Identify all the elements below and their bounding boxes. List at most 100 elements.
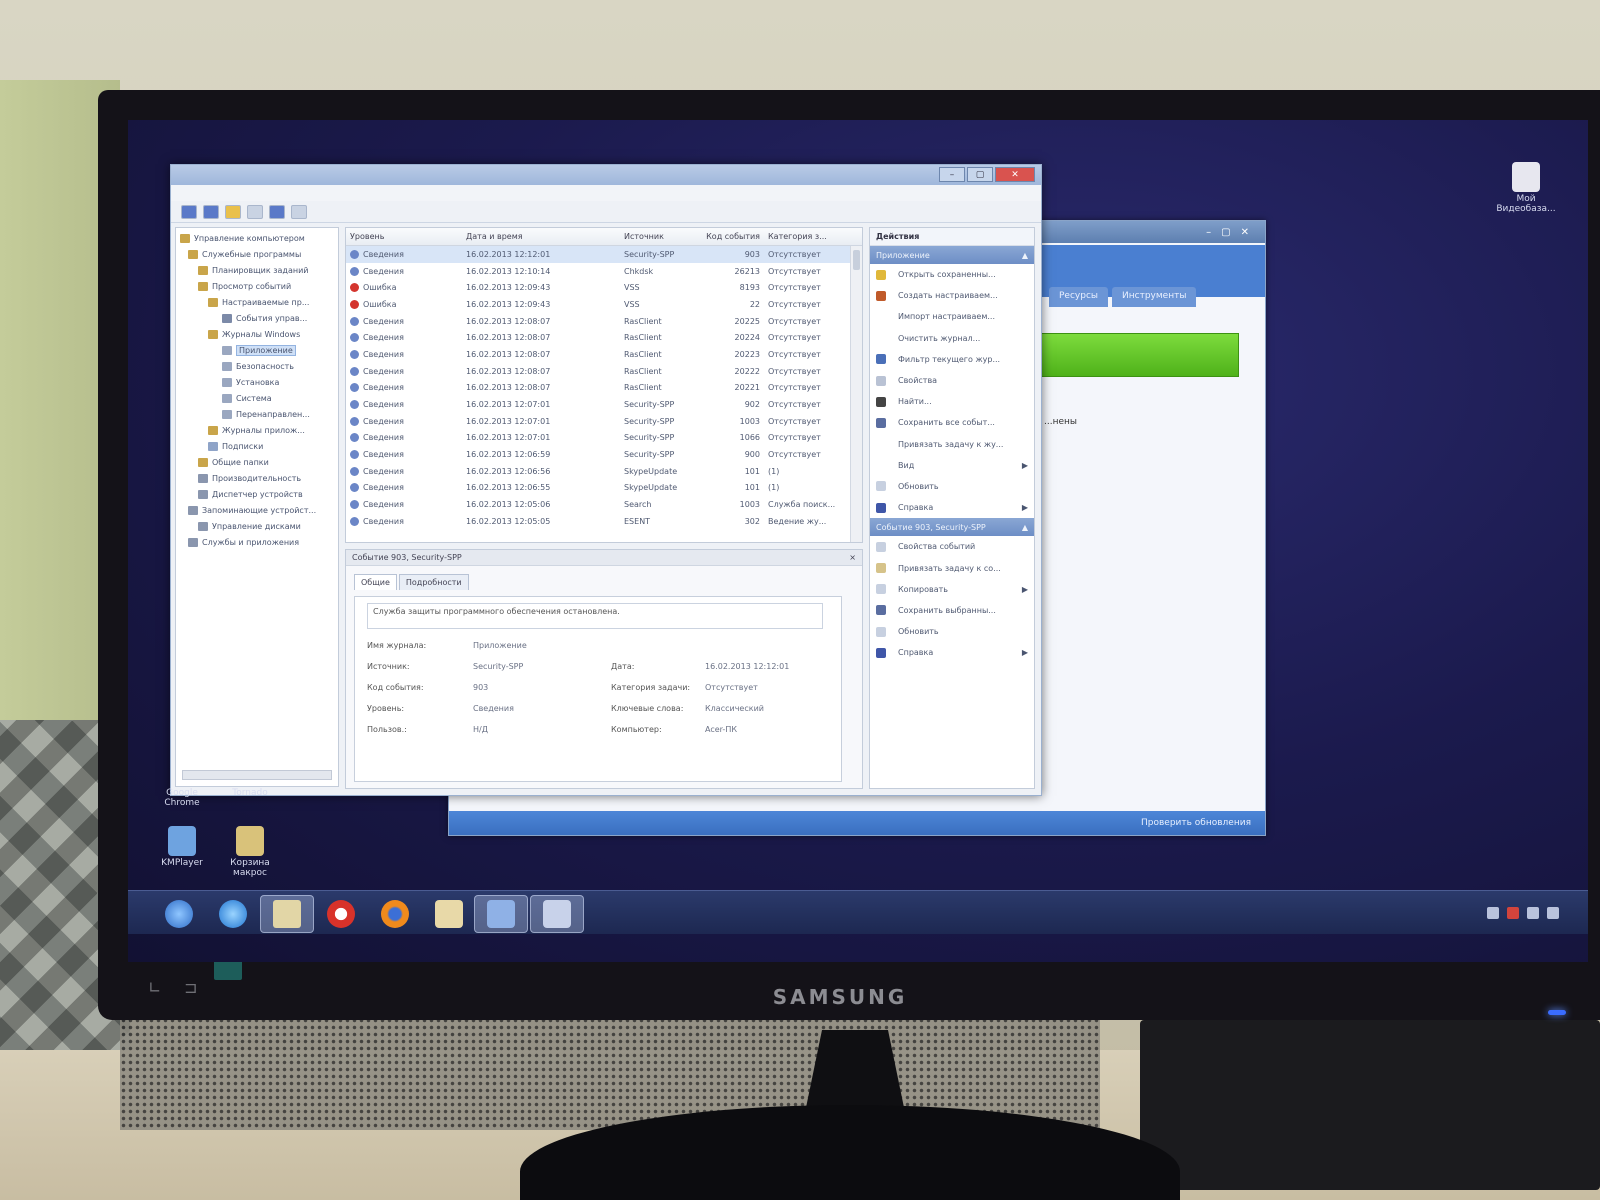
volume-icon[interactable] [1547,907,1560,919]
event-row[interactable]: Сведения 16.02.2013 12:08:07 RasClient 2022… [346,329,862,346]
list-view-icon[interactable] [247,204,263,219]
tree-item[interactable]: Подписки [176,438,338,454]
tree-item[interactable]: Диспетчер устройств [176,486,338,502]
collapse-icon[interactable]: ▲ [1022,523,1028,532]
taskbar-firefox[interactable] [372,895,418,933]
column-header-source[interactable]: Источник [620,228,702,245]
scrollbar-thumb[interactable] [853,250,860,270]
monitor-menu-button-icon[interactable]: ∟ [148,978,161,997]
event-message[interactable]: Служба защиты программного обеспечения о… [367,603,823,629]
column-header-datetime[interactable]: Дата и время [462,228,620,245]
column-header-category[interactable]: Категория з... [764,228,860,245]
event-row[interactable]: Сведения 16.02.2013 12:06:59 Security-SPP 9… [346,446,862,463]
close-button[interactable]: ✕ [995,167,1035,182]
taskbar-clock[interactable] [1567,903,1570,923]
taskbar-yandex[interactable] [318,895,364,933]
maximize-button[interactable]: ▢ [967,167,993,182]
action-item[interactable]: Сохранить все событ... [870,412,1034,433]
taskbar-media-player[interactable] [426,895,472,933]
tree-item[interactable]: Планировщик заданий [176,262,338,278]
event-row[interactable]: Сведения 16.02.2013 12:12:01 Security-SPP 9… [346,246,862,263]
event-row[interactable]: Сведения 16.02.2013 12:06:55 SkypeUpdate 10… [346,480,862,497]
column-header-code[interactable]: Код события [702,228,764,245]
forward-icon[interactable] [203,204,219,219]
event-row[interactable]: Сведения 16.02.2013 12:05:06 Search 1003 Слу… [346,496,862,513]
tree-item[interactable]: Службы и приложения [176,534,338,550]
action-item[interactable]: Справка ▶ [870,642,1034,663]
event-row[interactable]: Ошибка 16.02.2013 12:09:43 VSS 22 Отсутствуе… [346,296,862,313]
window-titlebar[interactable]: – ▢ ✕ [171,165,1041,185]
event-list[interactable]: Уровень Дата и время Источник Код событи… [345,227,863,543]
tree-item[interactable]: Установка [176,374,338,390]
tree-horizontal-scrollbar[interactable] [182,770,332,780]
action-item[interactable]: Привязать задачу к жу... [870,434,1034,455]
monitor-source-button-icon[interactable]: ⊐ [184,978,197,997]
event-row[interactable]: Сведения 16.02.2013 12:08:07 RasClient 2022… [346,363,862,380]
tree-item[interactable]: Перенаправлен... [176,406,338,422]
antivirus-icon[interactable] [1507,907,1520,919]
action-item[interactable]: Очистить журнал... [870,328,1034,349]
action-item[interactable]: Сохранить выбранны... [870,600,1034,621]
event-row[interactable]: Сведения 16.02.2013 12:08:07 RasClient 2022… [346,380,862,397]
tree-item[interactable]: Служебные программы [176,246,338,262]
action-item[interactable]: Найти... [870,391,1034,412]
tab-resources[interactable]: Ресурсы [1049,287,1109,307]
tree-item[interactable]: Управление компьютером [176,230,338,246]
tree-item[interactable]: Запоминающие устройст... [176,502,338,518]
action-item[interactable]: Открыть сохраненны... [870,264,1034,285]
minimize-button[interactable]: – [939,167,965,182]
network-icon[interactable] [1527,907,1540,919]
tree-item[interactable]: Управление дисками [176,518,338,534]
event-row[interactable]: Сведения 16.02.2013 12:07:01 Security-SPP 1… [346,430,862,447]
desktop-icon-chrome[interactable]: Google Chrome [152,788,212,808]
tree-item-application[interactable]: Приложение [176,342,338,358]
taskbar-event-viewer[interactable] [530,895,584,933]
maximize-icon[interactable]: ▢ [1221,227,1230,238]
desktop-icon-kmplayer[interactable]: KMPlayer [152,826,212,868]
tree-item[interactable]: Система [176,390,338,406]
menu-item[interactable] [183,188,186,198]
tree-item[interactable]: События управ... [176,310,338,326]
action-item[interactable]: Импорт настраиваем... [870,306,1034,327]
minimize-icon[interactable]: – [1206,227,1211,238]
action-item[interactable]: Копировать ▶ [870,579,1034,600]
close-icon[interactable]: ✕ [1241,227,1249,238]
action-item[interactable]: Вид ▶ [870,455,1034,476]
event-list-scrollbar[interactable] [850,246,862,542]
tree-item[interactable]: Просмотр событий [176,278,338,294]
event-viewer-window[interactable]: – ▢ ✕ Управление компьютером Служебные п… [170,164,1042,796]
action-item[interactable]: Обновить [870,476,1034,497]
tree-item[interactable]: Журналы прилож... [176,422,338,438]
tab-tools[interactable]: Инструменты [1112,287,1197,307]
event-row[interactable]: Ошибка 16.02.2013 12:09:43 VSS 8193 Отсутств… [346,279,862,296]
action-item[interactable]: Свойства событий [870,536,1034,557]
folder-icon[interactable] [225,204,241,219]
action-item[interactable]: Создать настраиваем... [870,285,1034,306]
event-row[interactable]: Сведения 16.02.2013 12:05:05 ESENT 302 Веден… [346,513,862,530]
actions-section-event[interactable]: Событие 903, Security-SPP ▲ [870,518,1034,537]
tree-item[interactable]: Журналы Windows [176,326,338,342]
column-header-level[interactable]: Уровень [346,228,462,245]
action-item[interactable]: Фильтр текущего жур... [870,349,1034,370]
collapse-icon[interactable]: ▲ [1022,251,1028,260]
flag-icon[interactable] [1487,907,1500,919]
tree-item[interactable]: Общие папки [176,454,338,470]
action-item[interactable]: Обновить [870,621,1034,642]
back-icon[interactable] [181,204,197,219]
help-icon[interactable] [269,204,285,219]
desktop-icon-macros[interactable]: Корзина макрос [220,826,280,878]
tree-item[interactable]: Производительность [176,470,338,486]
tree-item[interactable]: Настраиваемые пр... [176,294,338,310]
desktop-icon-tornado[interactable]: Tornado [220,788,280,798]
event-row[interactable]: Сведения 16.02.2013 12:10:14 Chkdsk 26213 От… [346,263,862,280]
event-row[interactable]: Сведения 16.02.2013 12:06:56 SkypeUpdate 10… [346,463,862,480]
action-item[interactable]: Свойства [870,370,1034,391]
tab-details[interactable]: Подробности [398,574,469,590]
tree-item[interactable]: Безопасность [176,358,338,374]
actions-section-application[interactable]: Приложение ▲ [870,246,1034,264]
taskbar-app[interactable] [474,895,528,933]
action-item[interactable]: Справка ▶ [870,497,1034,518]
event-row[interactable]: Сведения 16.02.2013 12:07:01 Security-SPP 9… [346,396,862,413]
close-icon[interactable]: × [849,553,856,562]
start-button[interactable] [156,895,202,933]
